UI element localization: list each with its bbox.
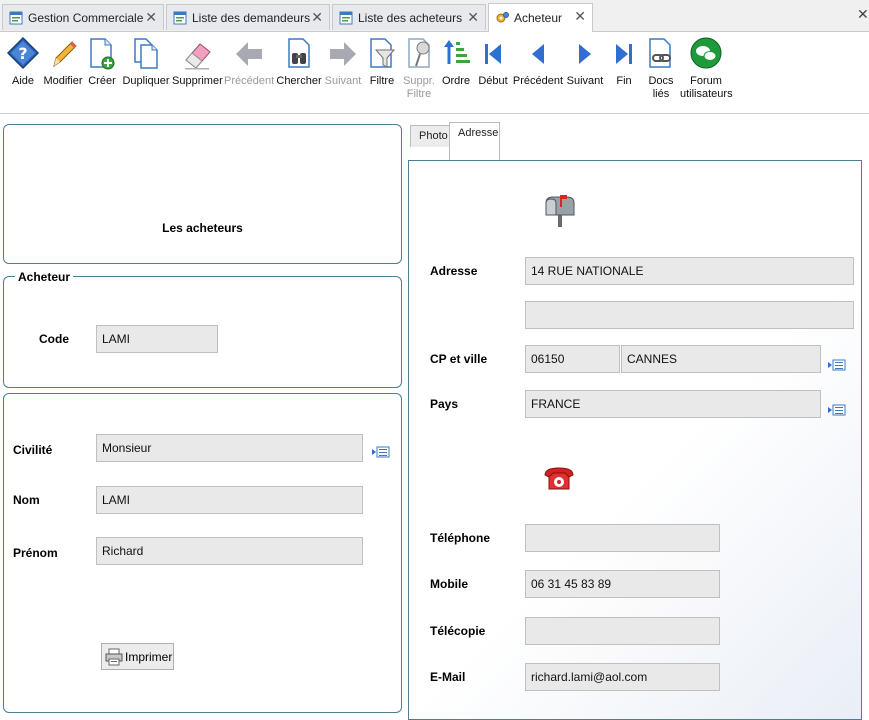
pencil-icon — [53, 41, 77, 68]
duplicate-icon — [134, 38, 158, 69]
printer-icon — [105, 648, 123, 665]
email-label: E-Mail — [430, 670, 466, 684]
close-icon[interactable]: ✕ — [574, 8, 586, 25]
cp-field[interactable]: 06150 — [525, 345, 620, 373]
search-binoculars-icon — [288, 38, 310, 68]
adresse-label: Adresse — [430, 264, 478, 278]
suivant-button[interactable]: Suivant — [565, 36, 605, 88]
page-title: Les acheteurs — [162, 221, 243, 235]
gear-icon — [496, 12, 509, 23]
remove-filter-icon — [408, 38, 430, 68]
list-lookup-icon[interactable] — [372, 446, 390, 458]
document-tab-bar: Gestion Commerciale ✕ Liste des demandeu… — [0, 0, 869, 32]
debut-button[interactable]: Début — [476, 36, 510, 88]
code-field[interactable]: LAMI — [96, 325, 218, 353]
supprimer-button[interactable]: Supprimer — [172, 36, 223, 88]
eraser-icon — [185, 43, 211, 70]
arrow-left-icon — [236, 42, 262, 66]
tab-acheteur[interactable]: Acheteur ✕ — [488, 3, 593, 32]
telephone-field[interactable] — [525, 524, 720, 552]
mobile-field[interactable]: 06 31 45 83 89 — [525, 570, 720, 598]
fin-button[interactable]: Fin — [608, 36, 640, 88]
tab-liste-demandeurs[interactable]: Liste des demandeurs ✕ — [166, 4, 330, 30]
dupliquer-button[interactable]: Dupliquer — [122, 36, 170, 88]
suppr-filtre-button[interactable]: Suppr. Filtre — [399, 36, 439, 101]
ville-field[interactable]: CANNES — [621, 345, 821, 373]
header-panel: Les acheteurs — [3, 124, 402, 264]
forum-chat-icon — [690, 37, 722, 69]
adresse-line2-field[interactable] — [525, 301, 854, 329]
list-lookup-icon[interactable] — [828, 404, 846, 416]
telephone-icon — [544, 467, 574, 490]
adresse-line1-field[interactable]: 14 RUE NATIONALE — [525, 257, 854, 285]
close-icon[interactable]: ✕ — [145, 9, 157, 26]
help-icon: ? — [6, 36, 40, 70]
civilite-field[interactable]: Monsieur — [96, 434, 363, 462]
civilite-label: Civilité — [13, 443, 53, 457]
tab-label: Acheteur — [514, 11, 563, 25]
tab-adresse[interactable]: Adresse — [449, 122, 500, 160]
modifier-button[interactable]: Modifier — [42, 36, 84, 88]
telecopie-label: Télécopie — [430, 624, 486, 638]
docs-lies-button[interactable]: Docs liés — [644, 36, 678, 101]
mobile-label: Mobile — [430, 577, 468, 591]
list-lookup-icon[interactable] — [828, 359, 846, 371]
creer-button[interactable]: Créer — [86, 36, 118, 88]
imprimer-button[interactable]: Imprimer — [101, 643, 174, 670]
last-record-icon — [616, 44, 632, 64]
nom-label: Nom — [13, 493, 40, 507]
forum-button[interactable]: Forum utilisateurs — [680, 36, 733, 101]
acheteur-legend: Acheteur — [15, 270, 74, 284]
linked-documents-icon — [649, 38, 671, 68]
tab-label: Gestion Commerciale — [28, 10, 144, 25]
filter-icon — [370, 38, 396, 68]
arrow-right-icon — [330, 42, 356, 66]
close-icon[interactable]: ✕ — [311, 9, 323, 26]
filtre-button[interactable]: Filtre — [366, 36, 398, 88]
form-icon — [339, 11, 353, 24]
tab-liste-acheteurs[interactable]: Liste des acheteurs ✕ — [332, 4, 486, 30]
precedent-button[interactable]: Précédent — [512, 36, 564, 88]
aide-button[interactable]: ? Aide — [6, 36, 40, 88]
pays-field[interactable]: FRANCE — [525, 390, 821, 418]
previous-record-icon — [532, 44, 544, 64]
mailbox-icon — [545, 195, 575, 227]
chercher-button[interactable]: Chercher — [276, 36, 322, 88]
tab-label: Liste des acheteurs — [358, 10, 463, 25]
telephone-label: Téléphone — [430, 531, 491, 545]
tab-gestion-commerciale[interactable]: Gestion Commerciale ✕ — [2, 4, 164, 30]
svg-text:?: ? — [18, 44, 27, 63]
telecopie-field[interactable] — [525, 617, 720, 645]
cp-ville-label: CP et ville — [430, 352, 488, 366]
nom-field[interactable]: LAMI — [96, 486, 363, 514]
sort-icon — [444, 40, 470, 64]
toolbar: ? Aide Modifier Créer Dupliquer Supprime… — [0, 32, 869, 114]
close-icon[interactable]: ✕ — [467, 9, 479, 26]
precedent-disabled-button[interactable]: Précédent — [224, 36, 274, 88]
code-label: Code — [39, 332, 69, 346]
ordre-button[interactable]: Ordre — [440, 36, 472, 88]
form-icon — [173, 11, 187, 24]
prenom-label: Prénom — [13, 546, 58, 560]
close-window-icon[interactable]: ✕ — [857, 6, 869, 23]
next-record-icon — [579, 44, 591, 64]
email-field[interactable]: richard.lami@aol.com — [525, 663, 720, 691]
suivant-disabled-button[interactable]: Suivant — [323, 36, 363, 88]
pays-label: Pays — [430, 397, 459, 411]
new-document-icon — [90, 38, 115, 70]
first-record-icon — [485, 44, 501, 64]
prenom-field[interactable]: Richard — [96, 537, 363, 565]
form-icon — [9, 11, 23, 24]
tab-photo[interactable]: Photo — [410, 125, 450, 147]
tab-label: Liste des demandeurs — [192, 10, 311, 25]
